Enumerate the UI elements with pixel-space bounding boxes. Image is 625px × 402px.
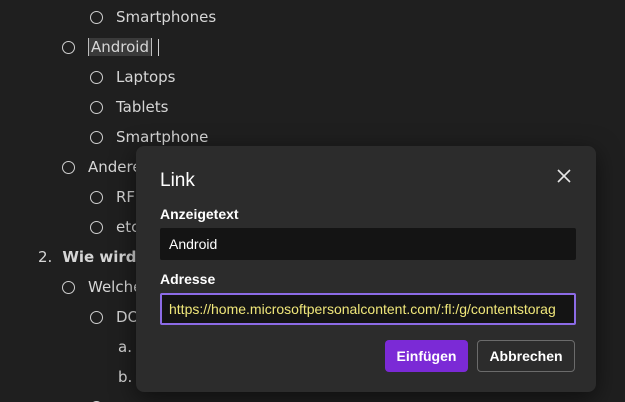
address-input[interactable] — [160, 293, 576, 325]
bullet-icon — [90, 220, 103, 234]
list-item[interactable]: Android — [62, 35, 159, 59]
list-item-text: Welche — [88, 278, 143, 296]
display-text-input[interactable] — [160, 228, 576, 260]
list-item[interactable]: Laptops — [90, 65, 175, 89]
list-letter: b. — [118, 368, 133, 386]
list-item[interactable]: etc — [90, 215, 139, 239]
list-item[interactable]: Andere — [62, 155, 142, 179]
list-item[interactable]: DO — [90, 305, 139, 329]
list-item[interactable] — [90, 395, 116, 402]
selected-link-text[interactable]: Android — [88, 38, 152, 56]
bullet-icon — [90, 310, 103, 324]
list-item-text: Wie wird — [62, 248, 137, 266]
list-item[interactable]: Smartphones — [90, 5, 216, 29]
dialog-title: Link — [160, 170, 195, 191]
close-button[interactable] — [554, 166, 574, 186]
bullet-icon — [90, 190, 103, 204]
list-item[interactable]: 2. Wie wird — [38, 245, 137, 269]
link-dialog: Link Anzeigetext Adresse Einfügen Abbrec… — [136, 146, 596, 392]
insert-button[interactable]: Einfügen — [385, 340, 468, 372]
list-number: 2. — [38, 248, 53, 266]
list-item-text: Andere — [88, 158, 142, 176]
bullet-icon — [90, 130, 103, 144]
bullet-icon — [90, 10, 103, 24]
list-item-text: Tablets — [116, 98, 169, 116]
text-cursor — [158, 38, 159, 56]
bullet-icon — [90, 70, 103, 84]
list-letter: a. — [118, 338, 132, 356]
bullet-icon — [62, 280, 75, 294]
cancel-button[interactable]: Abbrechen — [477, 340, 575, 372]
bullet-icon — [62, 40, 75, 54]
list-item[interactable]: RF — [90, 185, 135, 209]
list-item[interactable]: Welche — [62, 275, 142, 299]
list-item-text: Smartphones — [116, 8, 217, 26]
bullet-icon — [62, 160, 75, 174]
address-label: Adresse — [160, 271, 216, 287]
list-item-text: RF — [116, 188, 136, 206]
list-item[interactable]: Tablets — [90, 95, 169, 119]
bullet-icon — [90, 100, 103, 114]
close-icon — [557, 169, 571, 183]
list-item-text: Smartphone — [116, 128, 209, 146]
display-text-label: Anzeigetext — [160, 206, 239, 222]
note-canvas[interactable]: Smartphones Android Laptops Tablets Smar… — [0, 0, 625, 402]
list-item-text: Laptops — [116, 68, 176, 86]
